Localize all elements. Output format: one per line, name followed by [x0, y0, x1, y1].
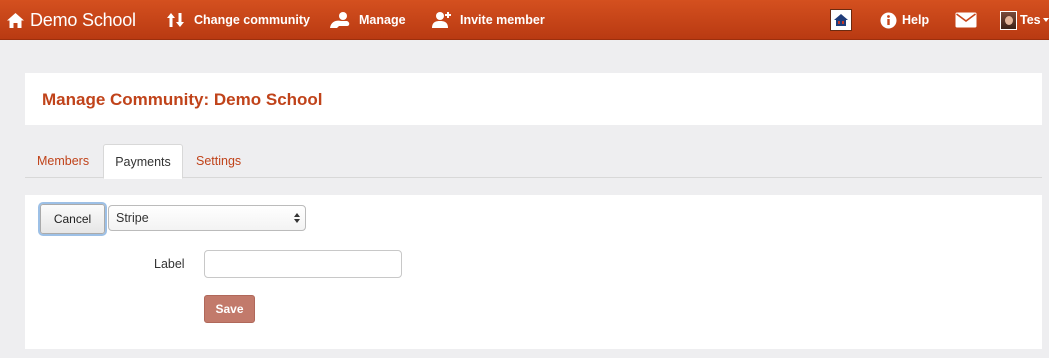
user-menu[interactable]: Tes [1000, 0, 1049, 40]
brand-link[interactable]: Demo School [6, 0, 136, 40]
gateway-select[interactable]: Stripe [108, 205, 306, 231]
cancel-button[interactable]: Cancel [40, 204, 105, 234]
invite-member-icon [430, 11, 452, 29]
change-community-label: Change community [194, 13, 310, 27]
home-icon [6, 12, 25, 29]
manage-label: Manage [359, 13, 406, 27]
tab-members[interactable]: Members [25, 144, 101, 178]
manage-user-icon [329, 11, 351, 29]
select-arrows-icon [294, 213, 300, 223]
avatar [1000, 10, 1017, 30]
invite-member-label: Invite member [460, 13, 545, 27]
mail-icon [955, 12, 977, 28]
user-label: Tes [1020, 13, 1041, 27]
change-arrows-icon [166, 12, 186, 28]
help-label: Help [902, 13, 930, 27]
caret-down-icon [1042, 18, 1049, 22]
label-field-label: Label [154, 257, 185, 271]
save-button[interactable]: Save [204, 295, 255, 323]
tab-settings[interactable]: Settings [184, 144, 253, 178]
help-link[interactable]: Help [880, 0, 929, 40]
top-navbar: Demo School Change community Manage Invi… [0, 0, 1049, 40]
manage-link[interactable]: Manage [329, 0, 406, 40]
messages-link[interactable] [955, 0, 977, 40]
page-title: Manage Community: Demo School [42, 90, 323, 109]
title-panel: Manage Community: Demo School [25, 73, 1042, 125]
community-home-link[interactable] [830, 0, 852, 40]
payment-form-panel: Cancel Stripe Label Save [25, 195, 1042, 349]
invite-member-link[interactable]: Invite member [430, 0, 545, 40]
tab-bar: Members Payments Settings [25, 144, 1042, 179]
change-community-link[interactable]: Change community [166, 0, 310, 40]
gateway-select-value: Stripe [116, 211, 149, 225]
community-home-icon [830, 9, 852, 31]
brand-label: Demo School [30, 9, 136, 30]
tab-payments[interactable]: Payments [103, 144, 183, 179]
label-input[interactable] [204, 250, 402, 278]
info-icon [880, 12, 897, 29]
